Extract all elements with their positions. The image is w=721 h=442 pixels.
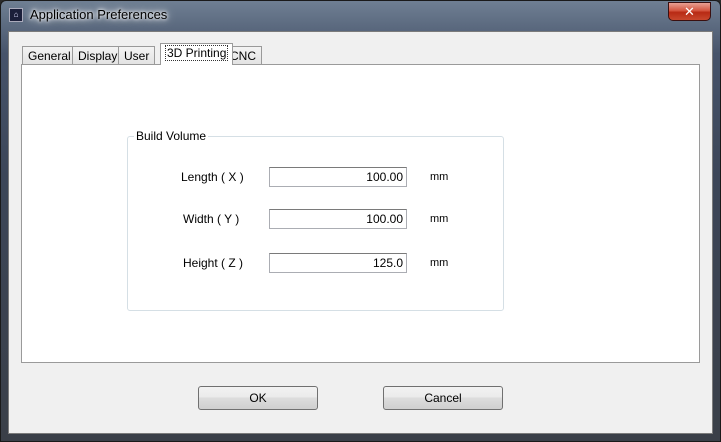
tab-panel-3d-printing: Build Volume Length ( X ) 100.00 mm Widt… (21, 64, 700, 363)
height-label: Height ( Z ) (183, 256, 244, 270)
length-input[interactable]: 100.00 (269, 167, 407, 187)
length-label: Length ( X ) (181, 170, 244, 184)
tab-label: CNC (230, 49, 256, 63)
width-unit: mm (430, 213, 449, 225)
width-label: Width ( Y ) (183, 212, 240, 226)
preferences-window: ⌂ Application Preferences ✕ General Disp… (0, 0, 721, 442)
tab-general[interactable]: General (22, 46, 77, 64)
tab-display[interactable]: Display (72, 46, 124, 64)
height-unit: mm (430, 257, 449, 269)
close-icon: ✕ (684, 4, 695, 19)
tab-label: User (124, 49, 150, 63)
tab-3d-printing[interactable]: 3D Printing (160, 43, 234, 65)
ok-button[interactable]: OK (198, 386, 318, 410)
length-unit: mm (430, 171, 449, 183)
app-icon: ⌂ (9, 8, 23, 22)
height-input[interactable]: 125.0 (269, 253, 407, 273)
close-button[interactable]: ✕ (668, 2, 711, 21)
tab-label: General (28, 49, 71, 63)
tab-label: 3D Printing (164, 45, 229, 61)
width-input[interactable]: 100.00 (269, 209, 407, 229)
cancel-button[interactable]: Cancel (383, 386, 503, 410)
title-bar[interactable]: ⌂ Application Preferences ✕ (1, 1, 720, 31)
dialog-client-area: General Display User 3D Printing CNC Bui… (8, 31, 713, 434)
tab-label: Display (78, 49, 118, 63)
tab-user[interactable]: User (118, 46, 156, 64)
window-title: Application Preferences (30, 7, 168, 22)
build-volume-group: Build Volume Length ( X ) 100.00 mm Widt… (127, 129, 504, 311)
build-volume-legend: Build Volume (134, 129, 209, 143)
